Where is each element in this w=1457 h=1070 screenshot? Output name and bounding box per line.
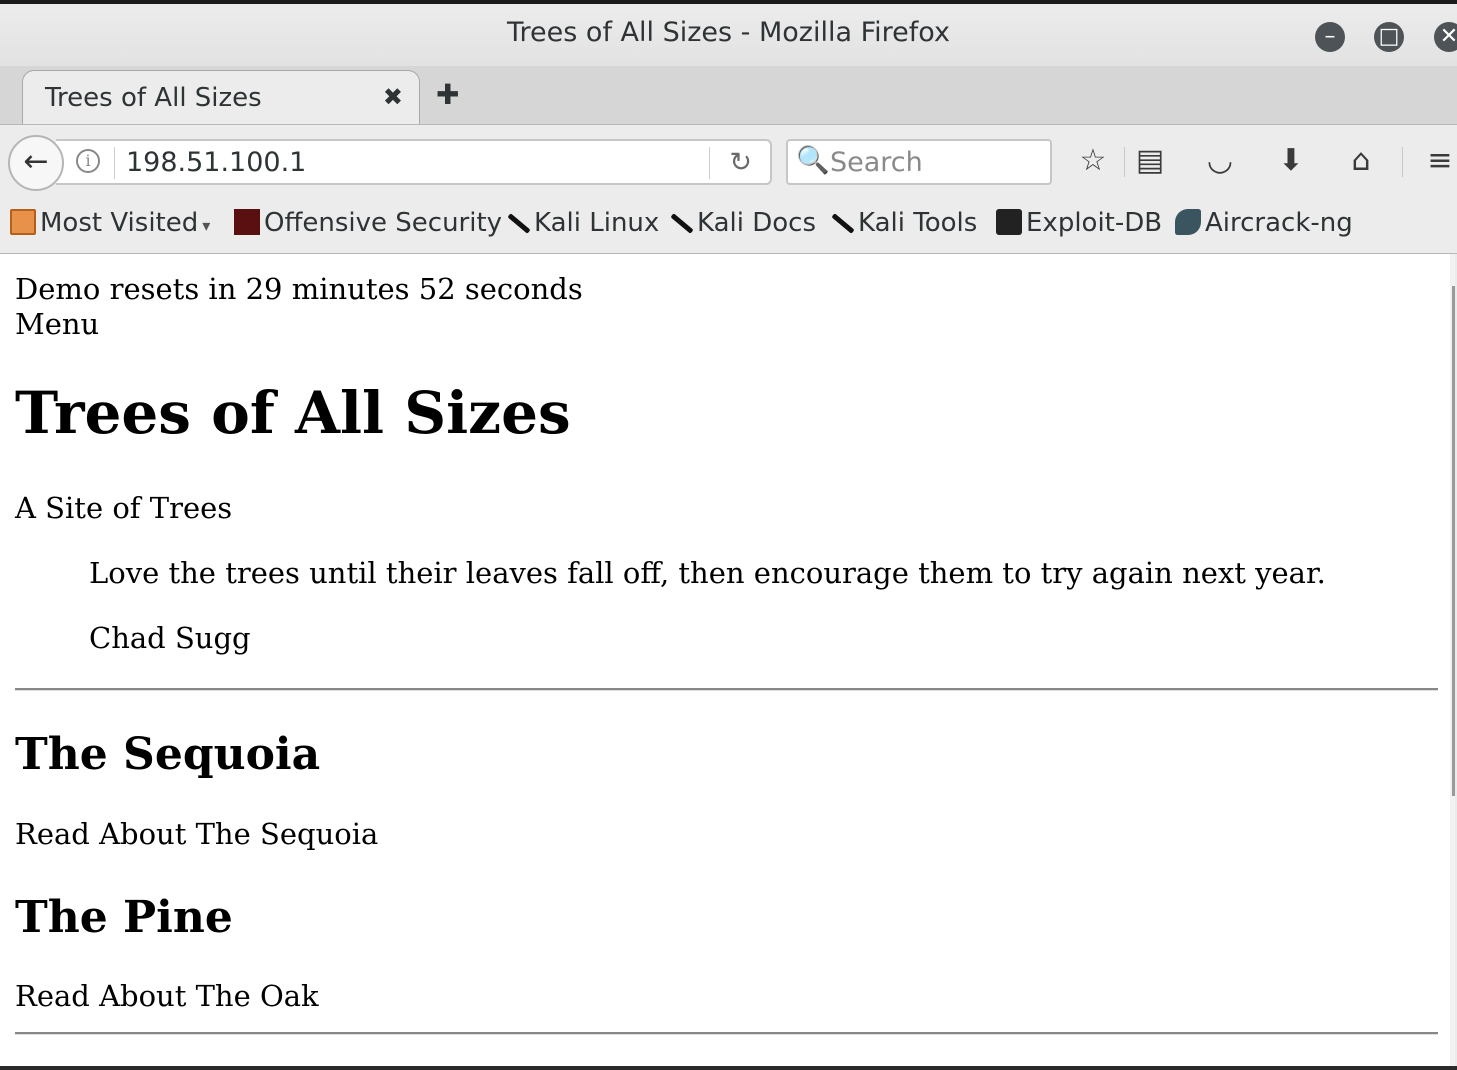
quote-author: Chad Sugg [89,621,251,655]
read-about-sequoia-link[interactable]: Read About The Sequoia [15,817,378,851]
screen-bottom-edge [0,1066,1457,1070]
reading-list-icon[interactable]: ▤ [1130,143,1170,178]
demo-reset-timer: Demo resets in 29 minutes 52 seconds [15,272,583,306]
page-content: Demo resets in 29 minutes 52 seconds Men… [0,254,1455,1066]
search-box[interactable]: 🔍 [786,139,1052,185]
search-input[interactable] [830,145,1040,179]
maximize-icon: □ [1378,24,1400,49]
site-info-icon[interactable]: i [76,149,100,173]
pocket-icon[interactable]: ◡ [1200,143,1240,178]
new-tab-button[interactable]: ✚ [436,78,459,111]
bookmark-exploit-db[interactable]: Exploit-DB [996,208,1162,238]
navigation-toolbar: i 198.51.100.1 ↻ ← 🔍 ☆ ▤ ◡ ⬇ ⌂ ≡ [0,124,1457,200]
close-window-button[interactable]: ✕ [1434,22,1457,52]
url-text[interactable]: 198.51.100.1 [126,147,306,178]
kali-icon [667,209,693,235]
read-about-oak-link[interactable]: Read About The Oak [15,979,319,1013]
divider [15,1032,1438,1035]
search-icon: 🔍 [796,145,830,176]
toolbar-separator [1124,147,1125,177]
bookmark-label: Exploit-DB [1026,208,1163,238]
bookmark-label: Aircrack-ng [1205,208,1353,238]
url-bar[interactable]: i 198.51.100.1 ↻ [56,139,772,185]
exploit-db-icon [996,209,1022,235]
site-tagline: A Site of Trees [15,491,233,525]
bookmarks-toolbar: Most Visited ▾ Offensive Security Kali Li… [0,200,1457,254]
bookmark-label: Kali Tools [858,208,978,238]
minimize-button[interactable]: – [1315,22,1345,52]
window-title: Trees of All Sizes - Mozilla Firefox [507,17,950,48]
bookmark-kali-linux[interactable]: Kali Linux [504,208,659,238]
chevron-down-icon: ▾ [202,216,211,235]
folder-icon [10,209,36,235]
tab-label: Trees of All Sizes [45,83,262,113]
bookmark-label: Kali Docs [697,208,817,238]
scrollbar-thumb[interactable] [1452,286,1455,796]
page-title: Trees of All Sizes [15,379,571,447]
bookmark-kali-docs[interactable]: Kali Docs [667,208,816,238]
bookmark-label: Kali Linux [534,208,660,238]
tab-strip: Trees of All Sizes ✖ ✚ [0,66,1457,124]
kali-icon [504,209,530,235]
reload-separator [709,147,710,179]
offsec-icon [234,209,260,235]
tab-close-icon[interactable]: ✖ [383,83,403,111]
kali-icon [828,209,854,235]
home-icon[interactable]: ⌂ [1341,143,1381,178]
maximize-button[interactable]: □ [1374,22,1404,52]
hamburger-menu-icon[interactable]: ≡ [1420,143,1457,178]
bookmark-most-visited[interactable]: Most Visited ▾ [10,208,210,238]
reload-icon[interactable]: ↻ [729,147,752,178]
back-button[interactable]: ← [8,135,64,191]
divider [15,688,1438,691]
bookmark-label: Most Visited [40,208,199,238]
bookmark-label: Offensive Security [264,208,503,238]
close-icon: ✕ [1439,24,1457,49]
bookmark-offensive-security[interactable]: Offensive Security [234,208,502,238]
bookmark-aircrack-ng[interactable]: Aircrack-ng [1175,208,1353,238]
toolbar-separator [1402,147,1403,177]
tab-trees-of-all-sizes[interactable]: Trees of All Sizes ✖ [22,70,420,124]
title-bar: Trees of All Sizes - Mozilla Firefox – □… [0,4,1457,66]
aircrack-icon [1175,209,1201,235]
menu-link[interactable]: Menu [15,307,99,341]
minimize-icon: – [1324,24,1336,49]
back-arrow-icon: ← [23,144,49,179]
quote-text: Love the trees until their leaves fall o… [89,556,1326,590]
section-heading-sequoia: The Sequoia [15,729,321,780]
section-heading-pine: The Pine [15,892,233,943]
bookmark-star-icon[interactable]: ☆ [1073,143,1113,178]
browser-window: Trees of All Sizes - Mozilla Firefox – □… [0,4,1457,1066]
download-icon[interactable]: ⬇ [1271,143,1311,178]
bookmark-kali-tools[interactable]: Kali Tools [828,208,977,238]
url-separator [114,147,115,179]
